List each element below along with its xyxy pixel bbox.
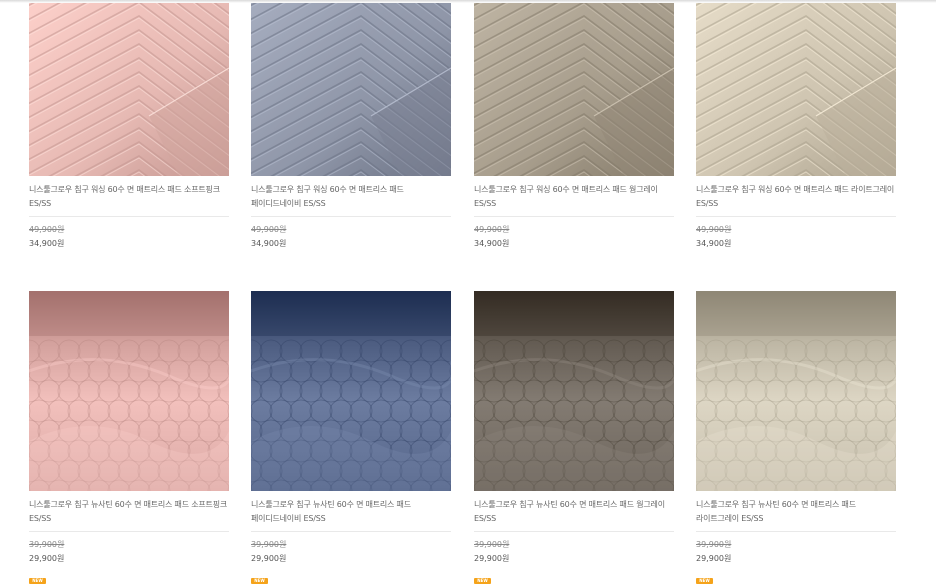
product-name[interactable]: 니스툴그로우 침구 뉴사틴 60수 면 매트리스 패드 페이디드네이비 ES/S… — [251, 498, 451, 526]
product-name[interactable]: 니스툴그로우 침구 워싱 60수 면 매트리스 패드 라이트그레이 ES/SS — [696, 183, 896, 211]
product-name[interactable]: 니스툴그로우 침구 워싱 60수 면 매트리스 패드 페이디드네이비 ES/SS — [251, 183, 451, 211]
new-badge: NEW — [251, 578, 268, 584]
product-divider — [251, 531, 451, 532]
product-image[interactable] — [696, 291, 896, 491]
sale-price: 29,900원 — [474, 554, 510, 563]
original-price: 39,900원 — [474, 540, 510, 549]
new-badge: NEW — [29, 578, 46, 584]
product-image[interactable] — [474, 291, 674, 491]
product-divider — [474, 216, 674, 217]
product-divider — [251, 216, 451, 217]
original-price: 49,900원 — [474, 225, 510, 234]
original-price: 49,900원 — [251, 225, 287, 234]
sale-price: 34,900원 — [251, 239, 287, 248]
product-divider — [696, 216, 896, 217]
new-badge: NEW — [474, 578, 491, 584]
sale-price: 29,900원 — [29, 554, 65, 563]
original-price: 39,900원 — [29, 540, 65, 549]
product-name[interactable]: 니스툴그로우 침구 워싱 60수 면 매트리스 패드 웜그레이 ES/SS — [474, 183, 674, 211]
product-image[interactable] — [696, 0, 896, 176]
product-name[interactable]: 니스툴그로우 침구 뉴사틴 60수 면 매트리스 패드 소프트핑크 ES/SS — [29, 498, 229, 526]
product-name[interactable]: 니스툴그로우 침구 뉴사틴 60수 면 매트리스 패드 라이트그레이 ES/SS — [696, 498, 896, 526]
original-price: 49,900원 — [29, 225, 65, 234]
product-divider — [474, 531, 674, 532]
product-image[interactable] — [251, 0, 451, 176]
product-name[interactable]: 니스툴그로우 침구 뉴사틴 60수 면 매트리스 패드 웜그레이 ES/SS — [474, 498, 674, 526]
sale-price: 29,900원 — [251, 554, 287, 563]
original-price: 49,900원 — [696, 225, 732, 234]
product-image[interactable] — [251, 291, 451, 491]
sale-price: 34,900원 — [696, 239, 732, 248]
product-image[interactable] — [474, 0, 674, 176]
product-divider — [29, 531, 229, 532]
sale-price: 34,900원 — [29, 239, 65, 248]
original-price: 39,900원 — [251, 540, 287, 549]
product-image[interactable] — [29, 0, 229, 176]
new-badge: NEW — [696, 578, 713, 584]
product-divider — [29, 216, 229, 217]
product-divider — [696, 531, 896, 532]
product-name[interactable]: 니스툴그로우 침구 워싱 60수 면 매트리스 패드 소프트핑크 ES/SS — [29, 183, 229, 211]
sale-price: 34,900원 — [474, 239, 510, 248]
header-shadow — [0, 0, 936, 3]
original-price: 39,900원 — [696, 540, 732, 549]
sale-price: 29,900원 — [696, 554, 732, 563]
product-image[interactable] — [29, 291, 229, 491]
